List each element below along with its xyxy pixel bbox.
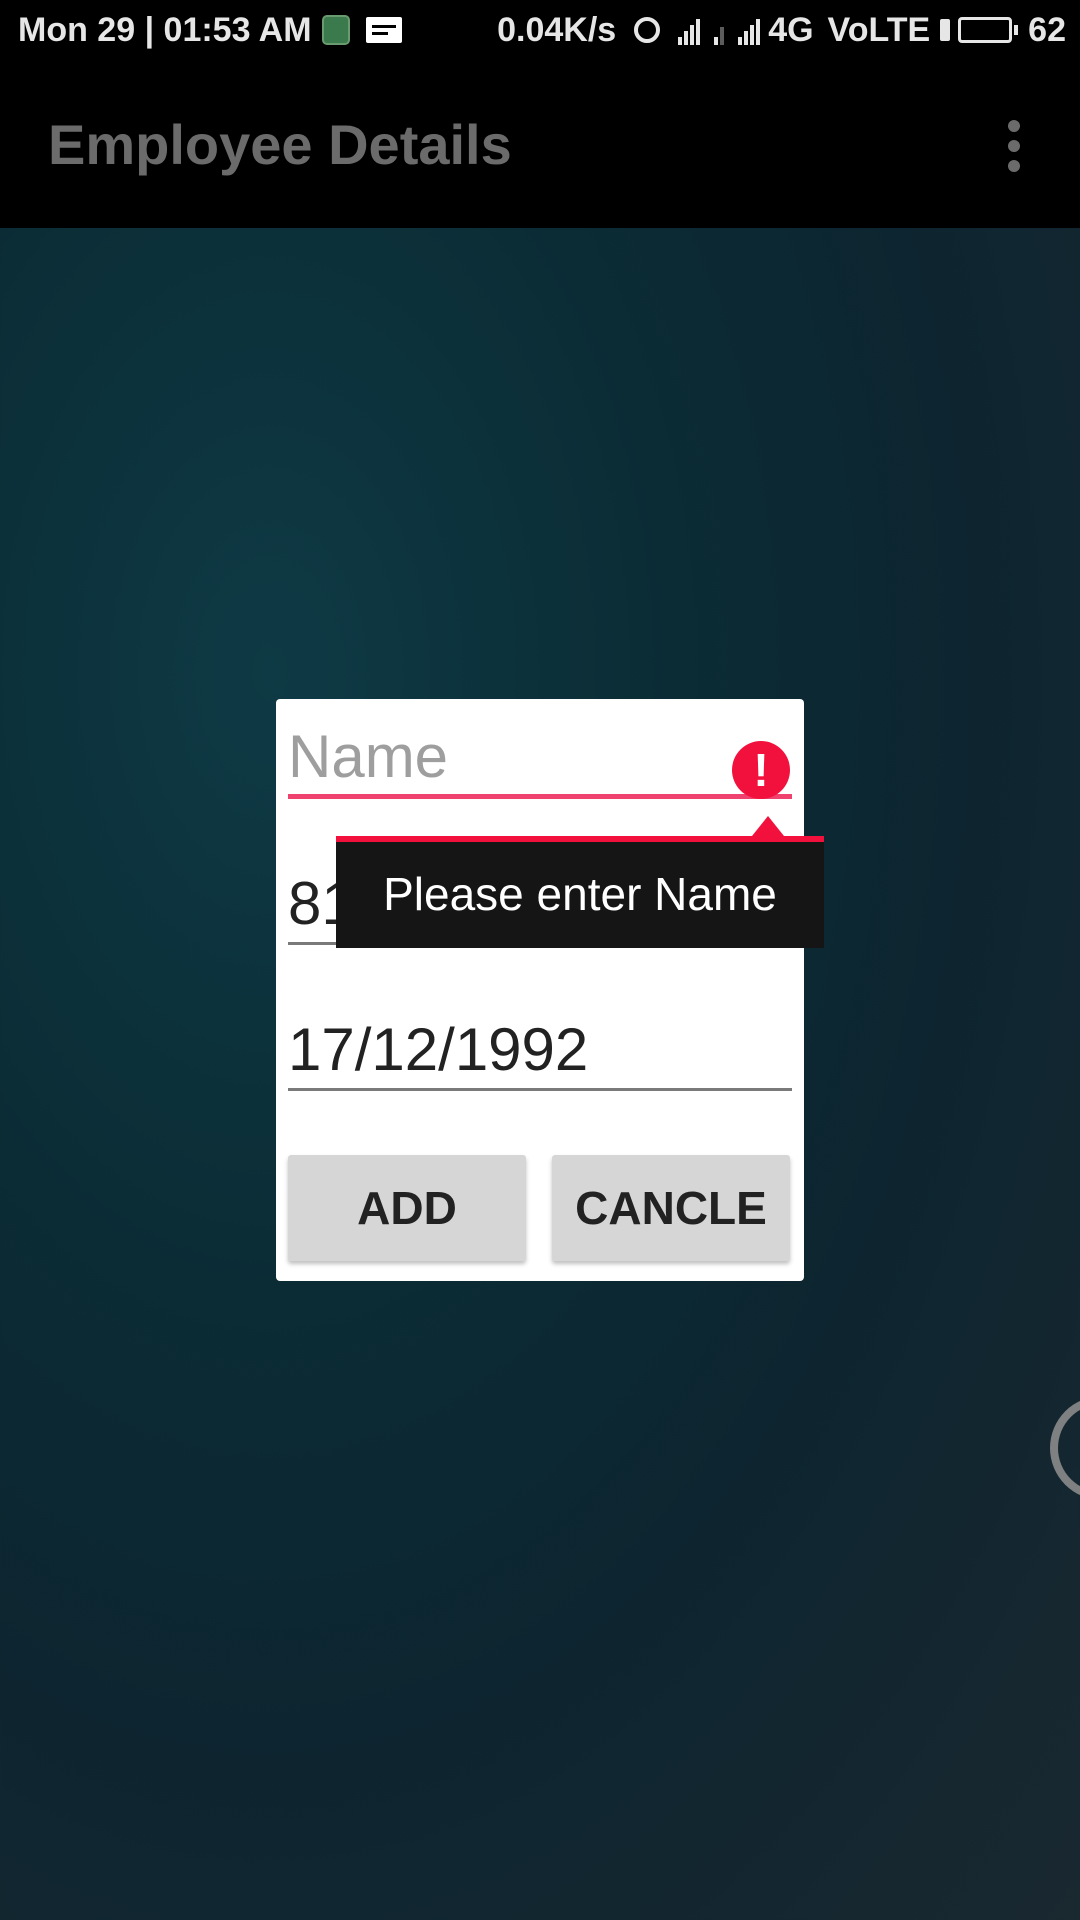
signal-weak-icon [714, 15, 726, 45]
charging-icon [940, 19, 951, 41]
status-bar: Mon 29 | 01:53 AM 0.04K/s 4G VoLTE 62 [0, 0, 1080, 60]
status-datetime: Mon 29 | 01:53 AM [18, 10, 312, 49]
status-left: Mon 29 | 01:53 AM [18, 11, 402, 50]
net-speed: 0.04K/s [497, 10, 617, 49]
signal-icon [738, 15, 762, 45]
app-notification-icon [321, 15, 350, 45]
status-right: 0.04K/s 4G VoLTE 62 [497, 11, 1066, 50]
app-bar: Employee Details [0, 60, 1080, 228]
date-field[interactable] [288, 1011, 792, 1091]
add-employee-dialog: ! ADD CANCLE [276, 699, 804, 1281]
cancel-button[interactable]: CANCLE [552, 1155, 790, 1261]
volte-label: VoLTE [827, 10, 931, 49]
error-popup: Please enter Name [336, 836, 824, 948]
alarm-icon [634, 17, 661, 43]
battery-percent: 62 [1028, 10, 1066, 49]
error-icon: ! [732, 741, 790, 799]
signal-icon [678, 15, 702, 45]
date-input[interactable] [288, 1011, 792, 1088]
error-popup-pointer [752, 816, 784, 836]
overflow-menu-icon[interactable] [1000, 120, 1028, 172]
edge-swipe-handle[interactable] [1050, 1396, 1080, 1500]
app-title: Employee Details [48, 113, 512, 176]
name-field[interactable] [288, 719, 792, 799]
network-type: 4G [768, 10, 814, 49]
add-button[interactable]: ADD [288, 1155, 526, 1261]
name-input[interactable] [288, 719, 718, 794]
battery-icon [958, 17, 1019, 43]
message-icon [365, 17, 402, 43]
